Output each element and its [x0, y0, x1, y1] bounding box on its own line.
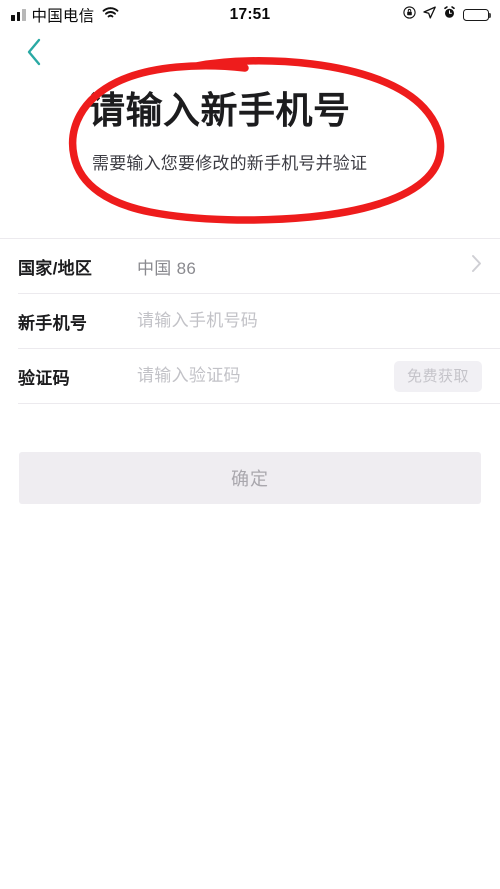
battery-full-icon	[463, 8, 492, 22]
page-subtitle: 需要输入您要修改的新手机号并验证	[92, 154, 368, 173]
verification-code-input[interactable]	[137, 364, 394, 388]
form-list: 国家/地区 中国 86 新手机号 验证码 免费获取	[0, 238, 500, 404]
signal-bars-icon	[11, 9, 26, 21]
status-bar-left: 中国电信	[11, 4, 119, 26]
confirm-button[interactable]: 确定	[19, 452, 481, 504]
nav-bar	[0, 30, 500, 74]
chevron-left-icon	[25, 37, 43, 72]
row-new-phone[interactable]: 新手机号	[0, 294, 500, 348]
page-title: 请输入新手机号	[88, 90, 351, 131]
alarm-clock-icon	[443, 6, 456, 24]
status-bar: 中国电信 17:51	[0, 0, 500, 30]
row-label-verification-code: 验证码	[18, 368, 70, 388]
row-verification-code[interactable]: 验证码 免费获取	[0, 349, 500, 403]
divider-3	[18, 403, 500, 404]
rotation-lock-icon	[403, 6, 416, 24]
get-code-button[interactable]: 免费获取	[393, 360, 482, 392]
new-phone-input[interactable]	[137, 309, 482, 333]
status-bar-right	[403, 6, 492, 24]
chevron-right-icon	[471, 254, 482, 278]
annotation-ellipse	[69, 57, 445, 224]
location-arrow-icon	[423, 6, 436, 24]
wifi-icon	[102, 6, 119, 24]
row-label-country: 国家/地区	[18, 258, 93, 278]
row-label-new-phone: 新手机号	[18, 313, 88, 333]
back-button[interactable]	[12, 34, 56, 74]
row-value-country: 中国 86	[137, 258, 197, 278]
row-country-region[interactable]: 国家/地区 中国 86	[0, 239, 500, 293]
carrier-name: 中国电信	[31, 8, 95, 25]
